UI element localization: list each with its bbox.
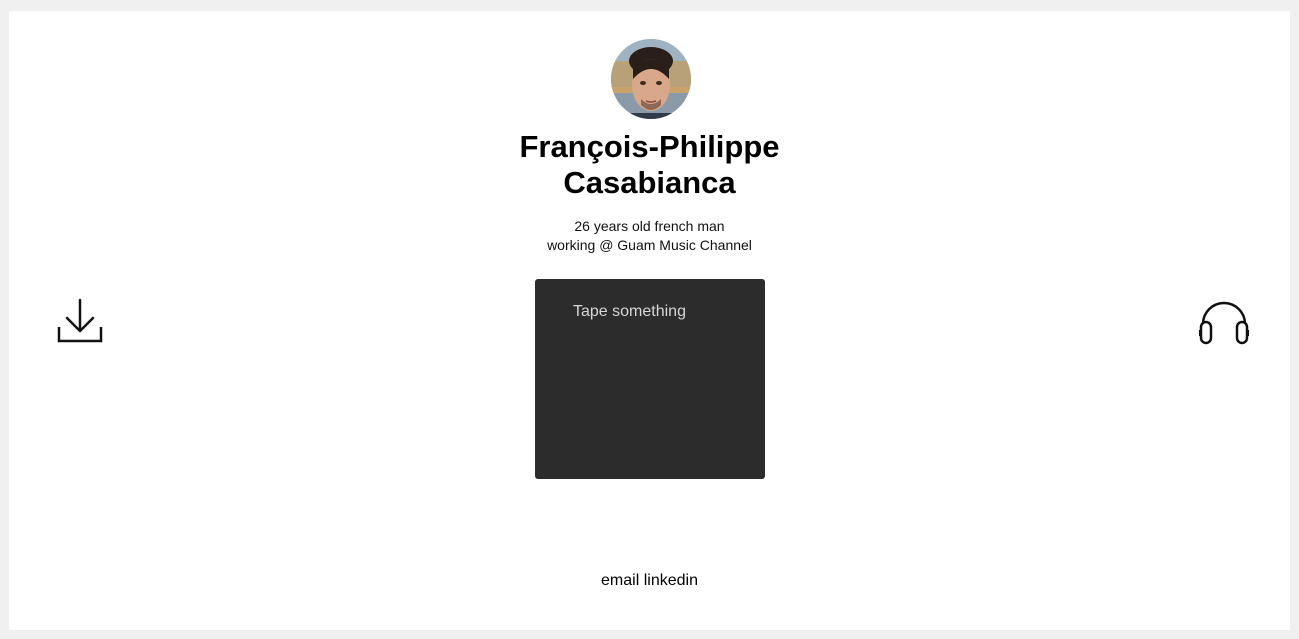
headphones-icon [1199,301,1249,345]
avatar-photo [611,39,691,119]
profile-card: François-Philippe Casabianca 26 years ol… [9,11,1290,630]
headphones-button[interactable] [1197,299,1251,349]
profile-bio: 26 years old french man working @ Guam M… [9,217,1290,255]
linkedin-link[interactable]: linkedin [644,572,698,589]
tape-input[interactable] [573,301,743,323]
footer-links: email linkedin [9,572,1290,590]
profile-name: François-Philippe Casabianca [9,129,1290,201]
bio-line2: working @ Guam Music Channel [547,237,752,253]
avatar [611,39,691,119]
email-link[interactable]: email [601,572,639,589]
download-button[interactable] [55,296,107,348]
profile-name-line1: François-Philippe [519,129,780,164]
download-icon [57,298,103,343]
bio-line1: 26 years old french man [574,218,725,234]
tape-box [535,279,765,479]
profile-name-line2: Casabianca [563,165,736,200]
